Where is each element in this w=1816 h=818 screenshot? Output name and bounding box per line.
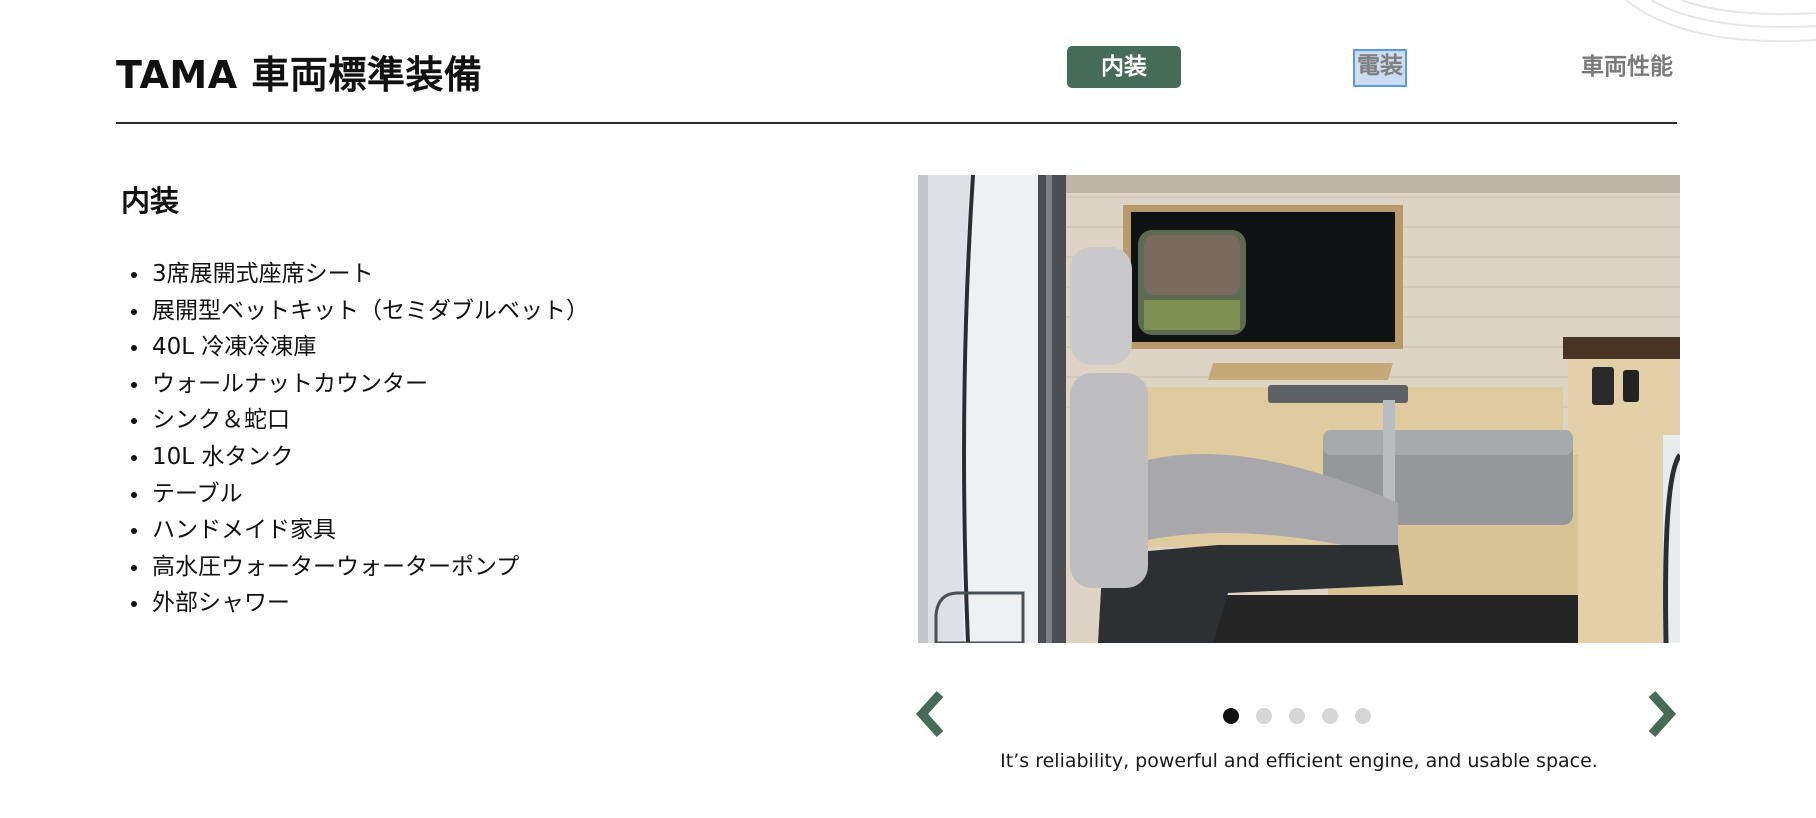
page-header: TAMA 車両標準装備 内装 電装 車両性能 xyxy=(116,0,1677,124)
section-heading: 内装 xyxy=(121,184,180,218)
chevron-right-icon[interactable] xyxy=(1644,690,1678,738)
carousel-caption: It’s reliability, powerful and efficient… xyxy=(1000,750,1598,772)
list-item: 3席展開式座席シート xyxy=(131,256,589,293)
page-title: TAMA 車両標準装備 xyxy=(116,53,483,97)
carousel-dot-4[interactable] xyxy=(1322,708,1338,724)
list-item: ウォールナットカウンター xyxy=(131,366,589,403)
carousel-dot-2[interactable] xyxy=(1256,708,1272,724)
carousel-dot-5[interactable] xyxy=(1355,708,1371,724)
carousel-photo xyxy=(918,175,1680,643)
list-item: シンク＆蛇口 xyxy=(131,402,589,439)
list-item: 外部シャワー xyxy=(131,585,589,622)
tab-interior[interactable]: 内装 xyxy=(1067,46,1181,88)
chevron-left-icon[interactable] xyxy=(914,690,948,738)
list-item: 10L 水タンク xyxy=(131,439,589,476)
carousel-pagination xyxy=(1223,708,1371,724)
carousel-dot-1[interactable] xyxy=(1223,708,1239,724)
list-item: 高水圧ウォーターウォーターポンプ xyxy=(131,549,589,586)
tab-vehicle-performance[interactable]: 車両性能 xyxy=(1581,46,1673,88)
carousel-dot-3[interactable] xyxy=(1289,708,1305,724)
tab-electrical[interactable]: 電装 xyxy=(1353,49,1407,87)
feature-list: 3席展開式座席シート 展開型ベットキット（セミダブルベット） 40L 冷凍冷凍庫… xyxy=(131,256,589,622)
list-item: ハンドメイド家具 xyxy=(131,512,589,549)
list-item: 展開型ベットキット（セミダブルベット） xyxy=(131,293,589,330)
list-item: テーブル xyxy=(131,476,589,513)
list-item: 40L 冷凍冷凍庫 xyxy=(131,329,589,366)
